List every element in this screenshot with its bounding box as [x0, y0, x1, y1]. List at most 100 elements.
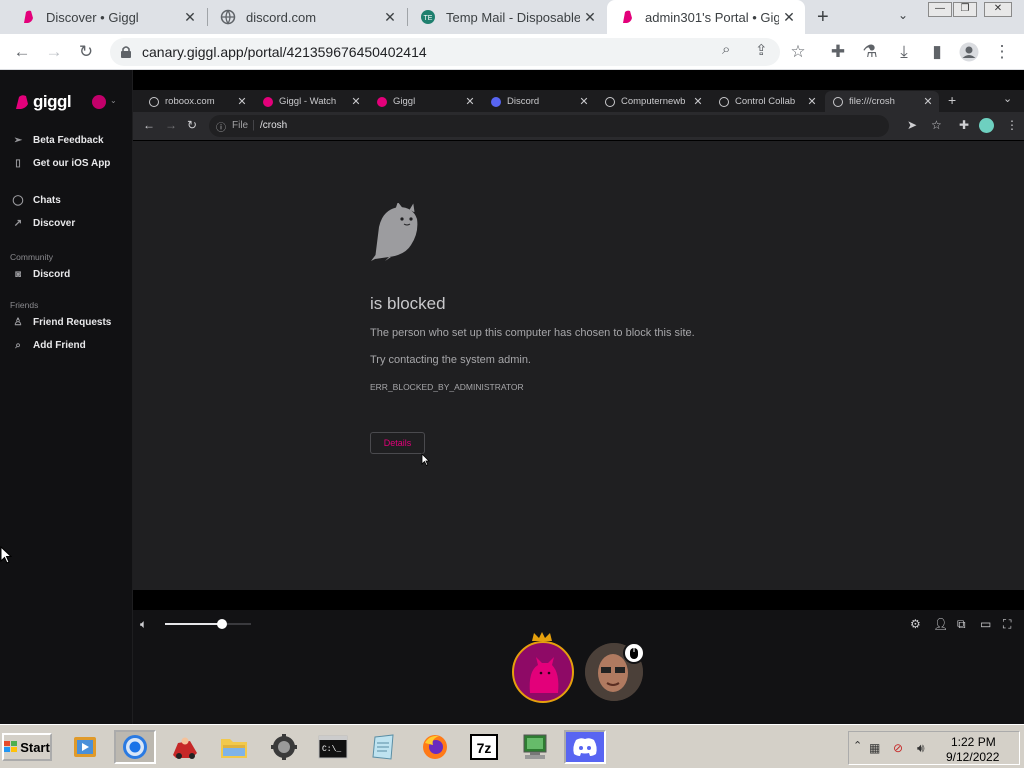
close-tab-icon[interactable]: ✕: [235, 95, 249, 108]
giggl-logo-icon: [24, 10, 33, 23]
inner-tab-giggl[interactable]: Giggl ✕: [369, 91, 481, 112]
browser-tab-strip: Discover • Giggl ✕ discord.com ✕ TE Temp…: [0, 0, 1024, 34]
close-tab-icon[interactable]: ✕: [921, 95, 935, 108]
blocked-page: is blocked The person who set up this co…: [133, 141, 1024, 590]
command-prompt-icon[interactable]: C:\_: [312, 730, 354, 764]
sidebar-item-discord[interactable]: ◙ Discord: [12, 269, 70, 280]
close-tab-icon[interactable]: ✕: [691, 95, 705, 108]
browser-tab-discord[interactable]: discord.com ✕: [208, 0, 406, 34]
sidebar-item-label: Discord: [33, 269, 71, 280]
racing-game-icon[interactable]: [164, 730, 206, 764]
user-avatar[interactable]: [92, 95, 106, 109]
pop-out-icon[interactable]: ⧉: [957, 617, 966, 632]
chevron-down-icon[interactable]: ⌄: [110, 96, 117, 105]
inner-tab-giggl-watch[interactable]: Giggl - Watch ✕: [255, 91, 367, 112]
tab-title: roboox.com: [165, 96, 215, 107]
discord-icon: [491, 96, 501, 107]
bookmark-star-icon[interactable]: ☆: [931, 118, 942, 132]
show-hidden-icons-chevron[interactable]: ⌃: [853, 739, 862, 752]
discord-icon[interactable]: [564, 730, 606, 764]
browser-tab-tempmail[interactable]: TE Temp Mail - Disposable T ✕: [408, 0, 606, 34]
close-tab-icon[interactable]: ✕: [380, 9, 400, 26]
close-tab-icon[interactable]: ✕: [180, 9, 200, 26]
sidebar-item-beta-feedback[interactable]: ➢ Beta Feedback: [12, 135, 104, 146]
extensions-puzzle-icon[interactable]: ✚: [959, 118, 969, 132]
address-bar[interactable]: canary.giggl.app/portal/4213596764504024…: [110, 38, 780, 66]
reload-icon[interactable]: ↻: [187, 118, 197, 132]
reload-icon[interactable]: ↻: [74, 40, 98, 64]
close-tab-icon[interactable]: ✕: [463, 95, 477, 108]
forward-arrow-icon[interactable]: →: [42, 40, 66, 64]
close-tab-icon[interactable]: ✕: [349, 95, 363, 108]
inner-tab-computernewb[interactable]: Computernewb ✕: [597, 91, 709, 112]
share-icon[interactable]: ⇪: [755, 41, 768, 59]
media-player-icon[interactable]: [64, 730, 106, 764]
giggl-logo-icon: [623, 10, 632, 23]
tab-title: Computernewb: [621, 96, 686, 107]
network-icon[interactable]: ▦: [869, 741, 880, 755]
giggl-logo[interactable]: giggl: [14, 92, 72, 112]
search-icon: ⌕: [15, 340, 21, 351]
inner-tab-crosh[interactable]: file:///crosh ✕: [825, 91, 939, 112]
speaker-icon[interactable]: 🔊︎: [917, 741, 925, 756]
invite-user-icon[interactable]: 👤︎: [933, 617, 948, 631]
tab-search-chevron-icon[interactable]: ⌄: [898, 8, 908, 22]
profile-avatar-icon[interactable]: [979, 118, 994, 133]
new-tab-icon[interactable]: +: [948, 92, 956, 108]
zoom-icon[interactable]: ⌕: [722, 41, 730, 58]
security-alert-icon[interactable]: ⊘: [893, 741, 903, 755]
chrome-menu-icon[interactable]: ⋮: [990, 40, 1014, 64]
inner-tab-discord[interactable]: Discord ✕: [483, 91, 595, 112]
back-arrow-icon[interactable]: ←: [143, 118, 155, 132]
labs-flask-icon[interactable]: ⚗: [858, 40, 882, 64]
back-arrow-icon[interactable]: ←: [10, 40, 34, 64]
close-tab-icon[interactable]: ✕: [580, 9, 600, 26]
chrome-menu-icon[interactable]: ⋮: [1006, 118, 1018, 132]
info-icon[interactable]: ⓘ: [216, 119, 226, 134]
restore-window-icon[interactable]: ❐: [953, 2, 977, 17]
file-explorer-icon[interactable]: [213, 730, 255, 764]
profile-avatar-icon[interactable]: [957, 40, 981, 64]
sidebar-item-discover[interactable]: ↗ Discover: [12, 218, 75, 229]
send-tab-icon[interactable]: ➤: [907, 118, 917, 132]
tempmail-icon: TE: [421, 10, 435, 24]
side-panel-icon[interactable]: ▮: [925, 40, 949, 64]
close-tab-icon[interactable]: ✕: [779, 9, 799, 26]
tab-search-chevron-icon[interactable]: ⌄: [1003, 92, 1012, 105]
volume-slider[interactable]: [165, 619, 251, 629]
close-tab-icon[interactable]: ✕: [805, 95, 819, 108]
theater-mode-icon[interactable]: ▭: [980, 617, 991, 631]
sidebar-item-friend-requests[interactable]: ♙ Friend Requests: [12, 317, 112, 328]
lock-icon[interactable]: [120, 45, 132, 59]
download-icon[interactable]: ⤓: [892, 40, 916, 64]
volume-slider-knob[interactable]: [216, 619, 227, 629]
inner-address-bar[interactable]: ⓘ File | /crosh: [209, 115, 889, 137]
inner-tab-control-collab[interactable]: Control Collab ✕: [711, 91, 823, 112]
sidebar-item-chats[interactable]: ◯ Chats: [12, 195, 60, 206]
forward-arrow-icon[interactable]: →: [165, 118, 177, 132]
browser-tab-discover[interactable]: Discover • Giggl ✕: [8, 0, 206, 34]
computer-icon[interactable]: [514, 730, 556, 764]
details-button[interactable]: Details: [370, 432, 425, 454]
close-tab-icon[interactable]: ✕: [577, 95, 591, 108]
browser-tab-portal[interactable]: admin301's Portal • Giggl ✕: [607, 0, 805, 34]
fullscreen-icon[interactable]: ⛶: [1003, 617, 1011, 632]
inner-tab-roboox[interactable]: roboox.com ✕: [141, 91, 253, 112]
7zip-icon[interactable]: 7z: [463, 730, 505, 764]
close-window-icon[interactable]: ✕: [984, 2, 1012, 17]
bookmark-star-icon[interactable]: ☆: [786, 40, 810, 64]
firefox-icon[interactable]: [414, 730, 456, 764]
trending-icon: ↗: [13, 218, 23, 229]
minimize-window-icon[interactable]: —: [928, 2, 952, 17]
sidebar-item-ios-app[interactable]: ▯ Get our iOS App: [12, 158, 110, 169]
settings-gear-icon[interactable]: ⚙: [910, 617, 921, 631]
participant-avatar-host[interactable]: [512, 641, 574, 703]
start-button[interactable]: Start: [2, 733, 52, 761]
chrome-icon[interactable]: [114, 730, 156, 764]
gear-app-icon[interactable]: [263, 730, 305, 764]
sidebar-item-add-friend[interactable]: ⌕ Add Friend: [12, 340, 86, 351]
new-tab-icon[interactable]: +: [817, 6, 829, 29]
extensions-puzzle-icon[interactable]: ✚: [826, 40, 850, 64]
notepad-icon[interactable]: [362, 730, 404, 764]
volume-icon[interactable]: 🔈︎: [140, 617, 147, 632]
